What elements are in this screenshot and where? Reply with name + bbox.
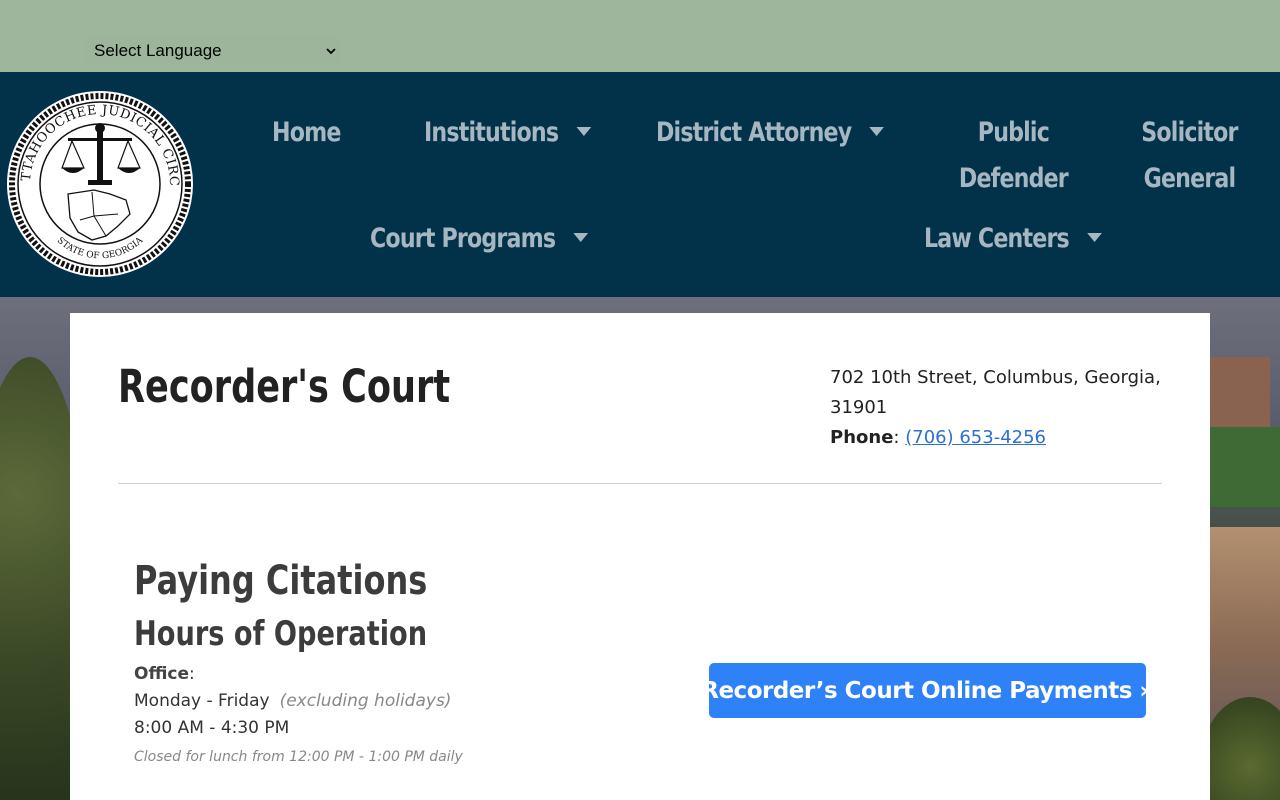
- language-select-value: Select Language: [94, 40, 222, 60]
- section-subtitle: Hours of Operation: [134, 614, 428, 654]
- nav-solicitor-general-label: Solicitor General: [1141, 117, 1238, 194]
- nav-district-attorney[interactable]: District Attorney: [656, 110, 885, 156]
- phone-separator: :: [893, 427, 900, 448]
- caret-down-icon: [1086, 233, 1102, 242]
- office-label: Office: [134, 664, 190, 684]
- contact-info: 702 10th Street, Columbus, Georgia, 3190…: [830, 363, 1170, 453]
- address-text: 702 10th Street, Columbus, Georgia, 3190…: [830, 367, 1161, 418]
- caret-down-icon: [576, 127, 591, 136]
- language-bar: Select Language: [0, 0, 1280, 72]
- nav-institutions[interactable]: Institutions: [424, 110, 591, 156]
- nav-home[interactable]: Home: [272, 110, 341, 156]
- divider: [118, 483, 1162, 484]
- days-text: Monday - Friday: [134, 691, 270, 711]
- chevron-down-icon: [326, 47, 336, 54]
- nav-district-attorney-label: District Attorney: [656, 117, 852, 148]
- hours-block: Office: Monday - Friday (excluding holida…: [134, 661, 463, 772]
- nav-court-programs[interactable]: Court Programs: [370, 216, 589, 262]
- judicial-circuit-seal-logo[interactable]: CHATTAHOOCHEE JUDICIAL CIRCUIT STATE OF …: [6, 90, 194, 278]
- phone-label: Phone: [830, 427, 894, 448]
- grass-shape: [1200, 427, 1280, 507]
- days-note: (excluding holidays): [279, 691, 452, 711]
- caret-down-icon: [573, 233, 589, 242]
- caret-down-icon: [869, 127, 885, 136]
- site-header: CHATTAHOOCHEE JUDICIAL CIRCUIT STATE OF …: [0, 72, 1280, 297]
- content-card: Recorder's Court 702 10th Street, Columb…: [70, 313, 1210, 800]
- office-colon: :: [189, 664, 195, 684]
- nav-institutions-label: Institutions: [424, 117, 559, 148]
- nav-law-centers-label: Law Centers: [924, 223, 1070, 254]
- language-select[interactable]: Select Language: [84, 35, 342, 66]
- phone-link[interactable]: (706) 653-4256: [905, 427, 1046, 448]
- building-shape: [1210, 357, 1270, 427]
- nav-solicitor-general[interactable]: Solicitor General: [1137, 110, 1242, 202]
- nav-home-label: Home: [272, 117, 341, 148]
- page-title: Recorder's Court: [118, 360, 451, 413]
- online-payments-button[interactable]: Recorder’s Court Online Payments »: [701, 663, 1154, 718]
- nav-law-centers[interactable]: Law Centers: [924, 216, 1102, 262]
- nav-court-programs-label: Court Programs: [370, 223, 556, 254]
- nav-public-defender-label: Public Defender: [958, 117, 1069, 194]
- hours-text: 8:00 AM - 4:30 PM: [134, 718, 290, 738]
- nav-public-defender[interactable]: Public Defender: [956, 110, 1071, 202]
- lunch-note: Closed for lunch from 12:00 PM - 1:00 PM…: [134, 749, 463, 765]
- phone-row: Phone: (706) 653-4256: [830, 423, 1170, 453]
- section-title: Paying Citations: [134, 558, 428, 604]
